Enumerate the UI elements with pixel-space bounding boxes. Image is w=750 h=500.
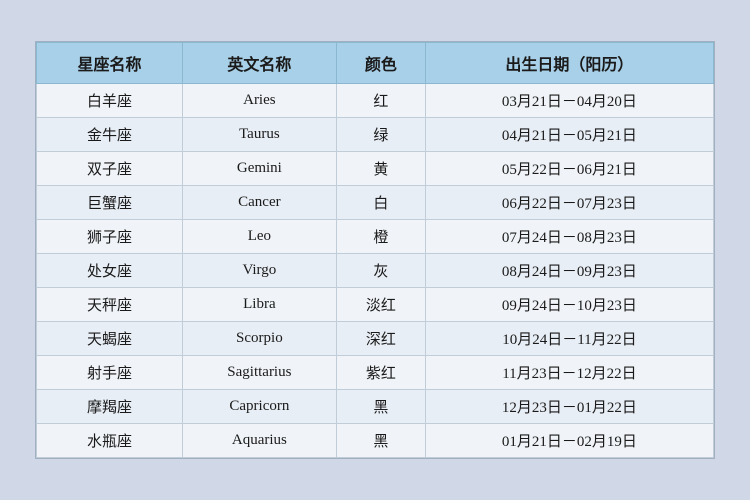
- cell-chinese: 金牛座: [37, 118, 183, 152]
- table-row: 射手座Sagittarius紫红11月23日－12月22日: [37, 356, 714, 390]
- table-row: 白羊座Aries红03月21日－04月20日: [37, 84, 714, 118]
- cell-color: 绿: [336, 118, 425, 152]
- cell-color: 深红: [336, 322, 425, 356]
- cell-dates: 09月24日－10月23日: [425, 288, 713, 322]
- cell-english: Taurus: [182, 118, 336, 152]
- cell-chinese: 狮子座: [37, 220, 183, 254]
- cell-dates: 11月23日－12月22日: [425, 356, 713, 390]
- cell-chinese: 天蝎座: [37, 322, 183, 356]
- cell-chinese: 白羊座: [37, 84, 183, 118]
- cell-color: 白: [336, 186, 425, 220]
- zodiac-table-container: 星座名称 英文名称 颜色 出生日期（阳历） 白羊座Aries红03月21日－04…: [35, 41, 715, 459]
- cell-color: 黑: [336, 390, 425, 424]
- zodiac-table: 星座名称 英文名称 颜色 出生日期（阳历） 白羊座Aries红03月21日－04…: [36, 42, 714, 458]
- table-row: 天蝎座Scorpio深红10月24日－11月22日: [37, 322, 714, 356]
- cell-english: Aries: [182, 84, 336, 118]
- cell-chinese: 处女座: [37, 254, 183, 288]
- table-row: 摩羯座Capricorn黑12月23日－01月22日: [37, 390, 714, 424]
- cell-color: 黄: [336, 152, 425, 186]
- cell-english: Capricorn: [182, 390, 336, 424]
- table-header-row: 星座名称 英文名称 颜色 出生日期（阳历）: [37, 43, 714, 84]
- col-header-dates: 出生日期（阳历）: [425, 43, 713, 84]
- cell-english: Sagittarius: [182, 356, 336, 390]
- cell-chinese: 摩羯座: [37, 390, 183, 424]
- col-header-chinese: 星座名称: [37, 43, 183, 84]
- cell-english: Scorpio: [182, 322, 336, 356]
- cell-english: Cancer: [182, 186, 336, 220]
- cell-chinese: 水瓶座: [37, 424, 183, 458]
- cell-chinese: 巨蟹座: [37, 186, 183, 220]
- cell-english: Leo: [182, 220, 336, 254]
- cell-color: 灰: [336, 254, 425, 288]
- cell-dates: 03月21日－04月20日: [425, 84, 713, 118]
- cell-english: Gemini: [182, 152, 336, 186]
- cell-dates: 12月23日－01月22日: [425, 390, 713, 424]
- cell-english: Virgo: [182, 254, 336, 288]
- table-row: 天秤座Libra淡红09月24日－10月23日: [37, 288, 714, 322]
- cell-dates: 01月21日－02月19日: [425, 424, 713, 458]
- cell-dates: 04月21日－05月21日: [425, 118, 713, 152]
- table-row: 金牛座Taurus绿04月21日－05月21日: [37, 118, 714, 152]
- cell-english: Libra: [182, 288, 336, 322]
- cell-dates: 07月24日－08月23日: [425, 220, 713, 254]
- cell-english: Aquarius: [182, 424, 336, 458]
- cell-dates: 08月24日－09月23日: [425, 254, 713, 288]
- cell-chinese: 双子座: [37, 152, 183, 186]
- cell-chinese: 射手座: [37, 356, 183, 390]
- table-row: 水瓶座Aquarius黑01月21日－02月19日: [37, 424, 714, 458]
- table-row: 处女座Virgo灰08月24日－09月23日: [37, 254, 714, 288]
- cell-dates: 05月22日－06月21日: [425, 152, 713, 186]
- table-row: 狮子座Leo橙07月24日－08月23日: [37, 220, 714, 254]
- cell-color: 橙: [336, 220, 425, 254]
- cell-color: 红: [336, 84, 425, 118]
- cell-color: 淡红: [336, 288, 425, 322]
- cell-dates: 10月24日－11月22日: [425, 322, 713, 356]
- col-header-english: 英文名称: [182, 43, 336, 84]
- cell-dates: 06月22日－07月23日: [425, 186, 713, 220]
- table-row: 双子座Gemini黄05月22日－06月21日: [37, 152, 714, 186]
- cell-color: 黑: [336, 424, 425, 458]
- table-row: 巨蟹座Cancer白06月22日－07月23日: [37, 186, 714, 220]
- col-header-color: 颜色: [336, 43, 425, 84]
- cell-color: 紫红: [336, 356, 425, 390]
- cell-chinese: 天秤座: [37, 288, 183, 322]
